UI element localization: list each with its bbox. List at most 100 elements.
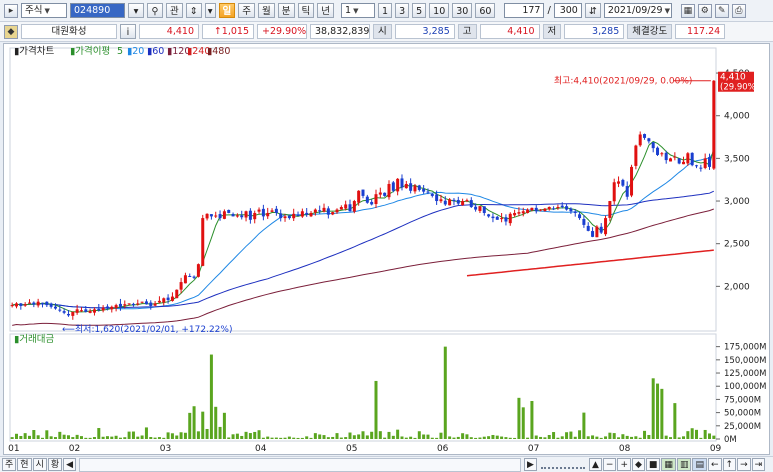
candle-body bbox=[309, 212, 313, 217]
volume-bar bbox=[166, 432, 170, 439]
interval-10-button[interactable]: 10 bbox=[429, 3, 450, 18]
print-icon[interactable]: ⎙ bbox=[731, 3, 746, 18]
date-select[interactable]: 2021/09/29 ▼ bbox=[603, 3, 672, 18]
candle-body bbox=[413, 185, 417, 192]
volume-bar bbox=[673, 403, 677, 439]
current-price-label: 4,410 bbox=[720, 73, 746, 83]
total-input[interactable]: 300 bbox=[553, 3, 582, 18]
spin-button[interactable]: ⇕ bbox=[185, 3, 202, 18]
stock-name-field[interactable]: 대원화성 bbox=[21, 24, 117, 39]
tab-ju[interactable]: 주 bbox=[2, 458, 17, 471]
interval-60-button[interactable]: 60 bbox=[475, 3, 496, 18]
candle-body bbox=[608, 201, 612, 218]
stock-chart-svg[interactable]: 4,5004,0003,5003,0002,5002,000▮가격차트▮가격이평… bbox=[4, 44, 769, 454]
chart-settings-icon[interactable]: ▦ bbox=[680, 3, 695, 18]
candle-body bbox=[560, 205, 564, 208]
scroll-left-button[interactable]: ◀ bbox=[63, 458, 77, 471]
tool-icon[interactable]: ✎ bbox=[714, 3, 729, 18]
volume-bar bbox=[296, 437, 300, 439]
blue-grid-button[interactable]: ▤ bbox=[692, 458, 707, 471]
candle-body bbox=[188, 276, 192, 278]
candle-body bbox=[664, 152, 668, 161]
chart-area[interactable]: 4,5004,0003,5003,0002,5002,000▮가격차트▮가격이평… bbox=[3, 43, 770, 455]
volume-bar bbox=[114, 435, 118, 439]
low-label: 저 bbox=[542, 24, 562, 39]
tab-hyeon[interactable]: 현 bbox=[17, 458, 32, 471]
end-button[interactable]: ⇥ bbox=[751, 458, 766, 471]
candle-body bbox=[66, 313, 70, 316]
candle-body bbox=[435, 194, 439, 202]
candle-body bbox=[131, 303, 135, 306]
candle-body bbox=[227, 209, 231, 213]
candle-body bbox=[92, 309, 96, 313]
green-grid-button[interactable]: ▦ bbox=[661, 458, 676, 471]
apply-button[interactable]: ⇵ bbox=[584, 3, 601, 18]
magnifier-settings-icon[interactable]: ⚙ bbox=[697, 3, 712, 18]
period-day-button[interactable]: 일 bbox=[218, 3, 236, 18]
chevron-down-icon: ▼ bbox=[44, 7, 50, 15]
period-minute-button[interactable]: 분 bbox=[277, 3, 295, 18]
market-select[interactable]: 주식 ▼ bbox=[21, 3, 67, 18]
volume-bar bbox=[14, 433, 18, 439]
volume-bar bbox=[456, 436, 460, 439]
volume-bar bbox=[526, 437, 530, 439]
volume-bar bbox=[378, 431, 382, 439]
horizontal-scrollbar[interactable] bbox=[79, 457, 522, 472]
volume-bar bbox=[625, 435, 629, 439]
period-tick-button[interactable]: 틱 bbox=[297, 3, 315, 18]
green-bar-button[interactable]: ▥ bbox=[676, 458, 692, 471]
tab-si[interactable]: 시 bbox=[32, 458, 47, 471]
search-button[interactable]: ⚲ bbox=[147, 3, 163, 18]
prev-button[interactable]: ← bbox=[707, 458, 722, 471]
period-week-button[interactable]: 주 bbox=[238, 3, 256, 18]
candle-body bbox=[417, 185, 421, 190]
volume-bar bbox=[361, 431, 365, 439]
spin-icon: ⇕ bbox=[189, 6, 198, 17]
zoom-in-button[interactable]: + bbox=[617, 458, 631, 471]
nav-triangle-button[interactable]: ▲ bbox=[588, 458, 602, 471]
chart-menu-icon[interactable]: ▸ bbox=[4, 3, 18, 18]
volume-bar bbox=[469, 437, 473, 439]
magnifier-icon: ⚲ bbox=[151, 6, 159, 17]
volume-bar bbox=[612, 433, 616, 439]
period-dropdown-button[interactable]: ▾ bbox=[204, 3, 216, 18]
candle-body bbox=[404, 183, 408, 189]
period-year-button[interactable]: 년 bbox=[317, 3, 335, 18]
code-dropdown-button[interactable]: ▾ bbox=[128, 3, 144, 18]
chevron-down-icon: ▼ bbox=[664, 7, 670, 15]
max-annotation-label: 최고:4,410(2021/09/29, 0.00%) bbox=[554, 76, 693, 87]
candle-body bbox=[677, 158, 681, 164]
volume-bar bbox=[10, 437, 14, 439]
period-month-button[interactable]: 월 bbox=[258, 3, 275, 18]
x-tick-label: 05 bbox=[346, 444, 357, 454]
volume-bar bbox=[188, 412, 192, 439]
candle-body bbox=[257, 209, 261, 212]
stop-button[interactable]: ■ bbox=[645, 458, 661, 471]
volume-bar bbox=[309, 437, 313, 439]
stock-code-input[interactable]: 024890 bbox=[70, 3, 125, 18]
diamond-button[interactable]: ◆ bbox=[631, 458, 645, 471]
volume-bar bbox=[695, 429, 699, 439]
count-input[interactable]: 177 bbox=[504, 3, 545, 18]
interval-3-button[interactable]: 3 bbox=[395, 3, 410, 18]
zoom-out-button[interactable]: − bbox=[602, 458, 617, 471]
zoom-slider[interactable] bbox=[540, 461, 585, 469]
volume-tick-label: 175,000M bbox=[724, 343, 766, 353]
interval-5-button[interactable]: 5 bbox=[412, 3, 427, 18]
gwan-button[interactable]: 관 bbox=[166, 3, 183, 18]
interval-1-button[interactable]: 1 bbox=[378, 3, 393, 18]
candle-body bbox=[409, 183, 413, 191]
next-button[interactable]: → bbox=[737, 458, 751, 471]
info-button[interactable]: i bbox=[120, 24, 136, 39]
scroll-right-button[interactable]: ▶ bbox=[524, 458, 537, 471]
candle-body bbox=[101, 307, 105, 311]
volume-bar bbox=[478, 437, 482, 439]
volume-bar bbox=[487, 436, 491, 439]
interval-30-button[interactable]: 30 bbox=[452, 3, 473, 18]
candle-body bbox=[261, 208, 265, 217]
tab-hwang[interactable]: 황 bbox=[47, 458, 63, 471]
interval-select[interactable]: 1 ▼ bbox=[341, 3, 376, 18]
up-button[interactable]: ↑ bbox=[722, 458, 737, 471]
volume-bar bbox=[192, 406, 196, 439]
volume-bar bbox=[435, 437, 439, 439]
